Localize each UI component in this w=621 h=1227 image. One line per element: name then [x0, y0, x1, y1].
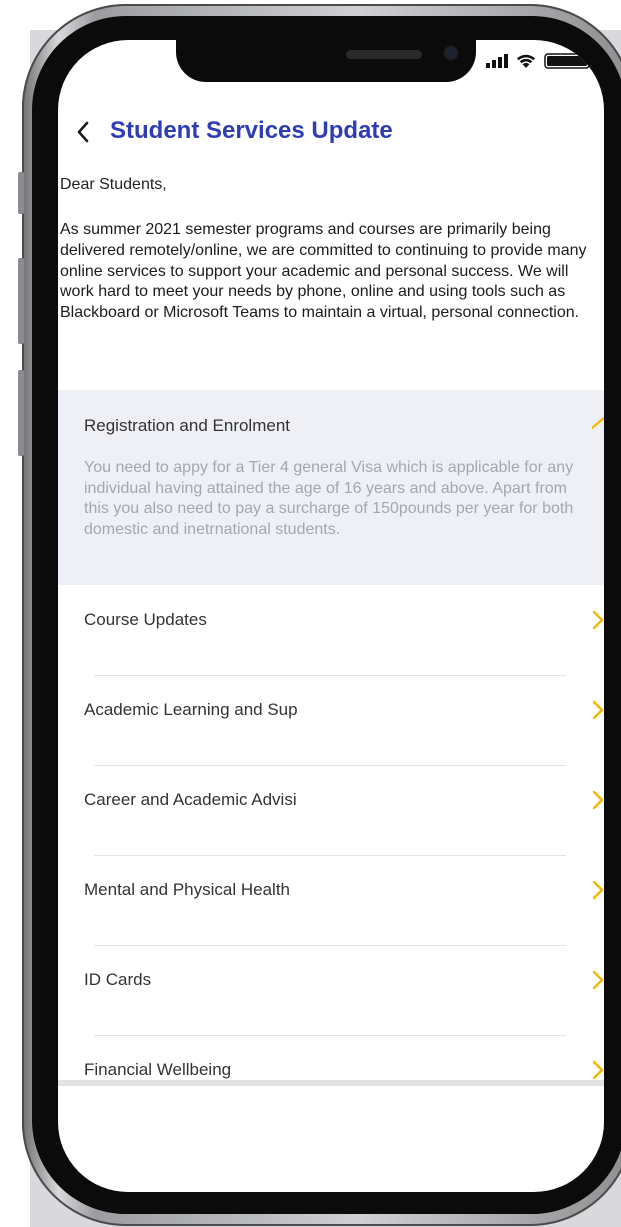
accordion-item-label: ID Cards — [84, 970, 152, 989]
back-chevron-icon — [77, 121, 89, 143]
accordion-item-label: Course Updates — [84, 610, 207, 629]
accordion-item-academic-learning[interactable]: Academic Learning and Sup — [58, 675, 604, 765]
speaker-grille — [346, 50, 422, 59]
accordion-item-content: You need to appy for a Tier 4 general Vi… — [84, 459, 574, 538]
bottom-divider-bar — [58, 1080, 604, 1086]
letter-greeting: Dear Students, — [60, 176, 167, 193]
accordion-item-career-advising[interactable]: Career and Academic Advisi — [58, 765, 604, 855]
phone-side-button-volume-down — [18, 370, 24, 456]
accordion-item-id-cards[interactable]: ID Cards — [58, 945, 604, 1035]
phone-screen: Student Services Update Dear Students, A… — [58, 40, 604, 1192]
letter-body: As summer 2021 semester programs and cou… — [60, 221, 587, 322]
phone-side-button-mute — [18, 172, 24, 214]
accordion-item-label: Mental and Physical Health — [84, 880, 291, 899]
wifi-icon — [517, 54, 535, 68]
chevron-up-icon[interactable] — [592, 414, 604, 436]
chevron-right-icon — [592, 880, 604, 900]
accordion-item-label: Academic Learning and Sup — [84, 700, 298, 719]
chevron-right-icon — [592, 610, 604, 630]
accordion-item-label: Career and Academic Advisi — [84, 790, 297, 809]
header: Student Services Update — [58, 112, 604, 152]
chevron-right-icon — [592, 1060, 604, 1080]
accordion-item-label: Financial Wellbeing — [84, 1060, 232, 1079]
accordion-item-registration-expanded[interactable]: Registration and Enrolment You need to a… — [58, 390, 604, 585]
cellular-signal-icon — [486, 54, 508, 68]
accordion-item-title: Registration and Enrolment — [84, 416, 291, 435]
front-camera — [444, 46, 458, 60]
back-button[interactable] — [68, 112, 98, 152]
chevron-right-icon — [592, 700, 604, 720]
status-bar-icons — [486, 50, 596, 74]
battery-icon — [544, 53, 594, 69]
accordion-item-course-updates[interactable]: Course Updates — [58, 585, 604, 675]
accordion-item-mental-health[interactable]: Mental and Physical Health — [58, 855, 604, 945]
chevron-right-icon — [592, 970, 604, 990]
page-title: Student Services Update — [110, 117, 393, 144]
chevron-right-icon — [592, 790, 604, 810]
notch — [176, 40, 476, 82]
phone-side-button-volume-up — [18, 258, 24, 344]
